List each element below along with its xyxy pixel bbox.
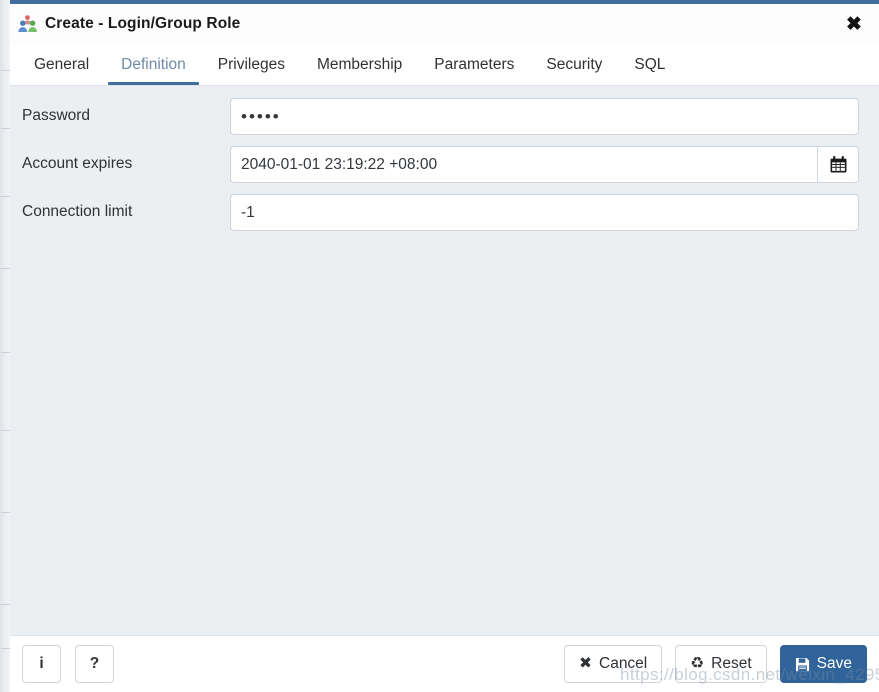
connection-limit-control	[230, 194, 859, 231]
dialog-titlebar: Create - Login/Group Role ✖	[10, 4, 879, 44]
account-expires-control	[230, 146, 859, 183]
tab-general[interactable]: General	[18, 44, 105, 85]
tab-security[interactable]: Security	[530, 44, 618, 85]
floppy-save-icon	[795, 657, 810, 672]
password-input[interactable]	[231, 99, 858, 134]
password-control	[230, 98, 859, 135]
dialog-footer: i ? ✖ Cancel ♻ Reset Save	[10, 635, 879, 692]
password-label: Password	[22, 107, 91, 124]
definition-form: Password Account expires 2040-01-01 23:1…	[10, 86, 879, 635]
connection-limit-input[interactable]	[231, 195, 858, 230]
info-button[interactable]: i	[22, 645, 61, 683]
footer-right-actions: ✖ Cancel ♻ Reset Save	[564, 645, 867, 683]
help-button[interactable]: ?	[75, 645, 114, 683]
form-row-account-expires: Account expires	[10, 146, 879, 183]
tab-privileges[interactable]: Privileges	[202, 44, 301, 85]
create-login-group-role-dialog: Create - Login/Group Role ✖ General Defi…	[10, 0, 879, 692]
account-expires-input[interactable]	[231, 147, 817, 182]
save-button[interactable]: Save	[779, 645, 867, 683]
tab-parameters[interactable]: Parameters	[418, 44, 530, 85]
save-button-label: Save	[816, 655, 852, 672]
footer-left-actions: i ?	[22, 645, 114, 683]
tab-sql[interactable]: SQL	[618, 44, 681, 85]
dialog-title: Create - Login/Group Role	[45, 15, 241, 32]
tab-membership[interactable]: Membership	[301, 44, 418, 85]
reset-button-label: Reset	[711, 655, 752, 672]
form-row-connection-limit: Connection limit	[10, 194, 879, 231]
dialog-tabbar: General Definition Privileges Membership…	[10, 44, 879, 86]
tab-definition[interactable]: Definition	[105, 44, 202, 85]
cancel-button-label: Cancel	[599, 655, 648, 672]
form-row-password: Password	[10, 98, 879, 135]
reset-button[interactable]: ♻ Reset	[675, 645, 767, 683]
recycle-icon: ♻	[690, 655, 705, 673]
close-icon[interactable]: ✖	[835, 7, 873, 41]
connection-limit-label: Connection limit	[22, 203, 133, 220]
close-x-icon: ✖	[579, 655, 592, 673]
account-expires-label: Account expires	[22, 155, 133, 172]
calendar-icon[interactable]	[817, 147, 858, 182]
group-role-icon	[18, 15, 37, 32]
cancel-button[interactable]: ✖ Cancel	[564, 645, 663, 683]
